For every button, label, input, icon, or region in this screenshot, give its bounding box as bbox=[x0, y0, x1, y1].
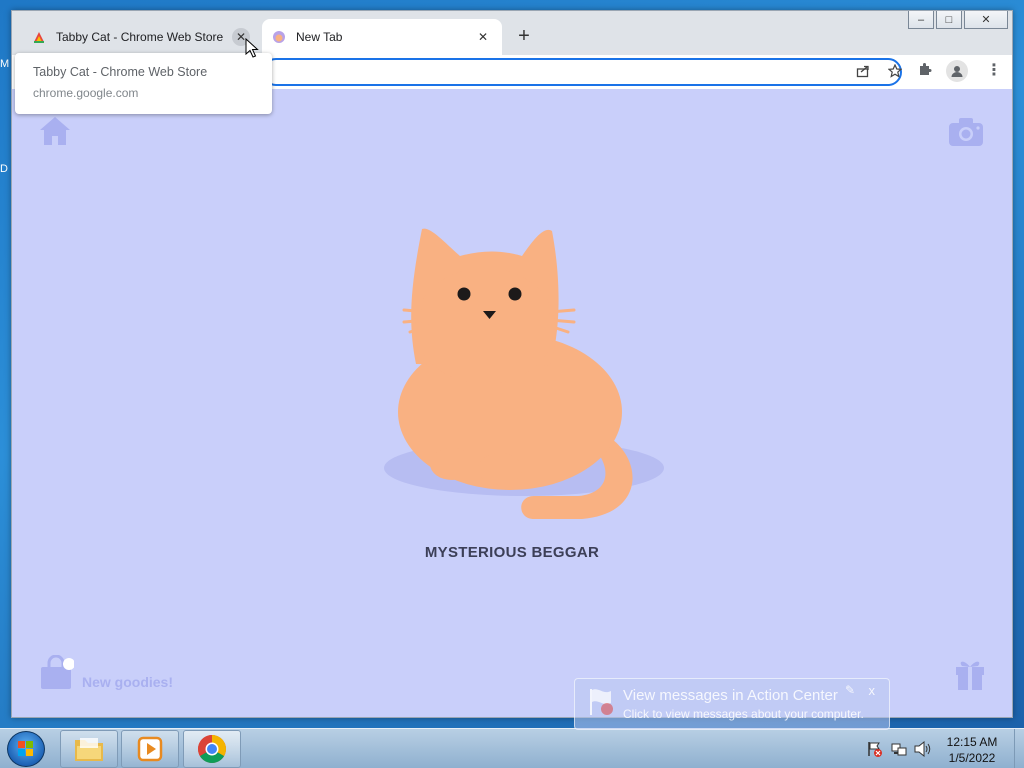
notification-subtitle: Click to view messages about your comput… bbox=[623, 707, 864, 721]
share-icon[interactable] bbox=[856, 64, 870, 81]
system-clock[interactable]: 12:15 AM 1/5/2022 bbox=[936, 734, 1008, 766]
bag-icon[interactable] bbox=[38, 654, 75, 696]
tabby-cat-illustration[interactable] bbox=[382, 214, 682, 524]
media-player-icon bbox=[137, 736, 163, 762]
camera-icon[interactable] bbox=[948, 117, 984, 152]
browser-window: – □ ✕ Tabby Cat - Chrome Web Store ✕ New… bbox=[11, 10, 1013, 718]
extensions-icon[interactable] bbox=[917, 62, 932, 81]
action-center-notification[interactable]: View messages in Action Center Click to … bbox=[574, 678, 890, 730]
start-button[interactable] bbox=[7, 731, 45, 767]
pet-name: MYSTERIOUS BEGGAR bbox=[424, 544, 600, 561]
minimize-button[interactable]: – bbox=[908, 11, 934, 29]
desktop-edge-text: M bbox=[0, 58, 10, 70]
tab-hover-card: Tabby Cat - Chrome Web Store chrome.goog… bbox=[15, 53, 272, 114]
tab-close-button[interactable]: ✕ bbox=[474, 28, 492, 46]
new-tab-button[interactable]: + bbox=[512, 25, 536, 48]
new-tab-page: MYSTERIOUS BEGGAR New goodies! bbox=[12, 89, 1012, 717]
menu-icon[interactable]: ⋮ bbox=[986, 60, 1002, 80]
clock-date: 1/5/2022 bbox=[948, 751, 996, 765]
taskbar: 12:15 AM 1/5/2022 bbox=[0, 728, 1024, 768]
tab-title: New Tab bbox=[296, 30, 343, 44]
tab-title: Tabby Cat - Chrome Web Store bbox=[56, 30, 224, 44]
tab-new-tab[interactable]: New Tab ✕ bbox=[262, 19, 502, 55]
tab-strip: – □ ✕ Tabby Cat - Chrome Web Store ✕ New… bbox=[12, 11, 1012, 55]
desktop-edge-text: D bbox=[0, 163, 8, 175]
new-goodies-link[interactable]: New goodies! bbox=[82, 674, 173, 690]
show-desktop-button[interactable] bbox=[1014, 729, 1024, 768]
action-center-flag-icon bbox=[587, 687, 615, 722]
home-icon[interactable] bbox=[38, 115, 72, 152]
profile-icon[interactable] bbox=[946, 60, 968, 82]
mouse-cursor-icon bbox=[245, 38, 259, 58]
hover-card-url: chrome.google.com bbox=[33, 86, 139, 100]
volume-icon[interactable] bbox=[914, 740, 932, 760]
network-icon[interactable] bbox=[891, 741, 907, 760]
maximize-button[interactable]: □ bbox=[936, 11, 962, 29]
notification-title: View messages in Action Center bbox=[623, 687, 838, 704]
media-player-taskbar-button[interactable] bbox=[121, 730, 179, 768]
folder-icon bbox=[75, 738, 103, 761]
clock-time: 12:15 AM bbox=[946, 735, 998, 749]
action-center-flag-tray-icon[interactable] bbox=[867, 741, 883, 760]
hover-card-title: Tabby Cat - Chrome Web Store bbox=[33, 65, 208, 79]
chrome-taskbar-button[interactable] bbox=[183, 730, 241, 768]
explorer-taskbar-button[interactable] bbox=[60, 730, 118, 768]
window-controls: – □ ✕ bbox=[908, 11, 1008, 29]
notification-close-button[interactable]: x bbox=[869, 683, 876, 698]
window-close-button[interactable]: ✕ bbox=[964, 11, 1008, 29]
chrome-web-store-icon bbox=[32, 30, 46, 44]
gift-icon[interactable] bbox=[954, 657, 986, 696]
tab-tabby-cat-store[interactable]: Tabby Cat - Chrome Web Store ✕ bbox=[22, 19, 260, 55]
address-bar[interactable] bbox=[262, 58, 903, 86]
tabby-cat-favicon-icon bbox=[272, 30, 286, 44]
chrome-icon bbox=[198, 735, 226, 763]
pin-icon[interactable]: ✎ bbox=[845, 683, 855, 697]
star-icon[interactable] bbox=[887, 63, 903, 81]
